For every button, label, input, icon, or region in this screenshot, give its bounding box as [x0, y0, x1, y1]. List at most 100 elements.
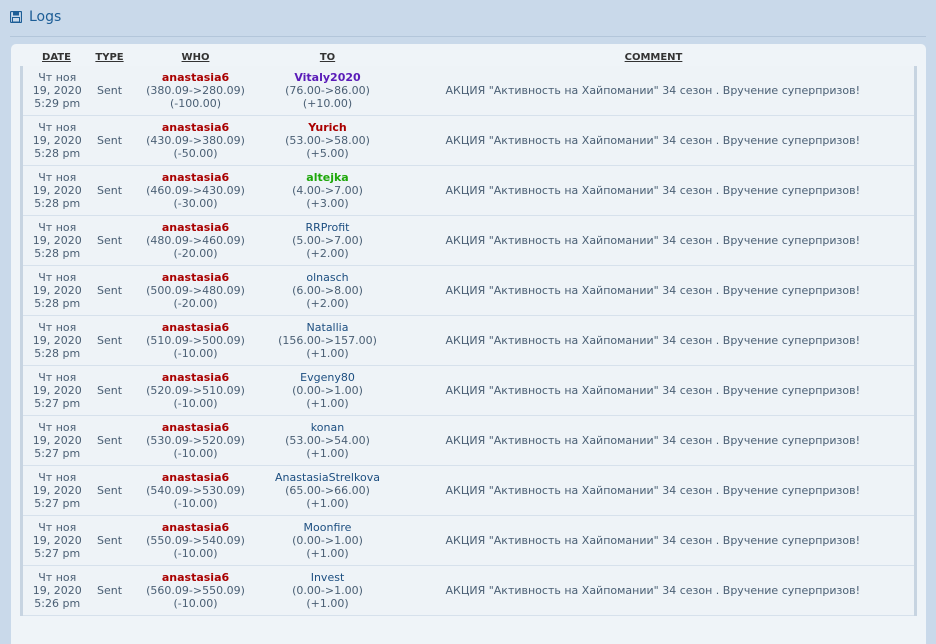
date-day: Чт ноя [38, 321, 77, 334]
recipient-balance: (0.00->1.00) [292, 384, 363, 397]
who-cell: anastasia6 (500.09->480.09) (-20.00) [127, 265, 264, 316]
table-row: Чт ноя 19, 2020 5:28 pm Sent anastasia6 (500.… [21, 265, 916, 316]
recipient-delta: (+1.00) [306, 347, 349, 360]
sender-name[interactable]: anastasia6 [128, 71, 264, 84]
logs-panel: DATE TYPE WHO TO COMMENT Чт ноя 19, 2020 5… [11, 44, 926, 644]
comment-cell: АКЦИЯ "Активность на Хайпомании" 34 сезо… [391, 165, 916, 216]
date-day: Чт ноя [38, 421, 77, 434]
date-cell: Чт ноя 19, 2020 5:28 pm [21, 115, 92, 166]
who-cell: anastasia6 (430.09->380.09) (-50.00) [127, 115, 264, 166]
comment-cell: АКЦИЯ "Активность на Хайпомании" 34 сезо… [391, 215, 916, 266]
table-row: Чт ноя 19, 2020 5:28 pm Sent anastasia6 (480.… [21, 215, 916, 266]
column-header-who[interactable]: WHO [128, 48, 264, 66]
who-cell: anastasia6 (380.09->280.09) (-100.00) [127, 66, 264, 116]
recipient-balance: (53.00->58.00) [285, 134, 370, 147]
sender-delta: (-10.00) [173, 397, 218, 410]
sender-delta: (-10.00) [173, 347, 218, 360]
date-year: 19, 2020 [32, 84, 82, 97]
recipient-name[interactable]: Invest [264, 571, 392, 584]
date-year: 19, 2020 [32, 334, 82, 347]
recipient-name[interactable]: RRProfit [264, 221, 392, 234]
recipient-name[interactable]: Yurich [264, 121, 392, 134]
sender-delta: (-20.00) [173, 247, 218, 260]
date-year: 19, 2020 [32, 234, 82, 247]
column-header-comment[interactable]: COMMENT [392, 48, 916, 66]
to-cell: altejka (4.00->7.00) (+3.00) [263, 165, 392, 216]
sender-balance: (430.09->380.09) [146, 134, 245, 147]
date-time: 5:28 pm [34, 347, 81, 360]
recipient-name[interactable]: Vitaly2020 [264, 71, 392, 84]
recipient-name[interactable]: Evgeny80 [264, 371, 392, 384]
date-time: 5:27 pm [34, 497, 81, 510]
recipient-balance: (65.00->66.00) [285, 484, 370, 497]
recipient-balance: (0.00->1.00) [292, 534, 363, 547]
sender-balance: (560.09->550.09) [146, 584, 245, 597]
recipient-name[interactable]: olnasch [264, 271, 392, 284]
recipient-name[interactable]: AnastasiaStrelkova [264, 471, 392, 484]
recipient-delta: (+2.00) [306, 247, 349, 260]
who-cell: anastasia6 (510.09->500.09) (-10.00) [127, 315, 264, 366]
recipient-name[interactable]: altejka [264, 171, 392, 184]
to-cell: Moonfire (0.00->1.00) (+1.00) [263, 515, 392, 566]
date-year: 19, 2020 [32, 184, 82, 197]
sender-name[interactable]: anastasia6 [128, 471, 264, 484]
type-cell: Sent [91, 465, 128, 516]
date-cell: Чт ноя 19, 2020 5:28 pm [21, 315, 92, 366]
date-cell: Чт ноя 19, 2020 5:29 pm [21, 66, 92, 116]
to-cell: Vitaly2020 (76.00->86.00) (+10.00) [263, 66, 392, 116]
type-cell: Sent [91, 66, 128, 116]
sender-balance: (540.09->530.09) [146, 484, 245, 497]
recipient-name[interactable]: Moonfire [264, 521, 392, 534]
type-cell: Sent [91, 365, 128, 416]
sender-balance: (510.09->500.09) [146, 334, 245, 347]
to-cell: Invest (0.00->1.00) (+1.00) [263, 565, 392, 616]
sender-name[interactable]: anastasia6 [128, 421, 264, 434]
column-header-type[interactable]: TYPE [92, 48, 128, 66]
recipient-balance: (156.00->157.00) [278, 334, 377, 347]
recipient-delta: (+3.00) [306, 197, 349, 210]
comment-cell: АКЦИЯ "Активность на Хайпомании" 34 сезо… [391, 265, 916, 316]
sender-name[interactable]: anastasia6 [128, 221, 264, 234]
who-cell: anastasia6 (560.09->550.09) (-10.00) [127, 565, 264, 616]
sender-delta: (-10.00) [173, 497, 218, 510]
sender-name[interactable]: anastasia6 [128, 571, 264, 584]
sender-balance: (500.09->480.09) [146, 284, 245, 297]
date-cell: Чт ноя 19, 2020 5:28 pm [21, 165, 92, 216]
sender-name[interactable]: anastasia6 [128, 521, 264, 534]
date-day: Чт ноя [38, 471, 77, 484]
date-cell: Чт ноя 19, 2020 5:27 pm [21, 365, 92, 416]
to-cell: olnasch (6.00->8.00) (+2.00) [263, 265, 392, 316]
date-time: 5:28 pm [34, 197, 81, 210]
sender-balance: (460.09->430.09) [146, 184, 245, 197]
save-icon [10, 11, 22, 23]
to-cell: Natallia (156.00->157.00) (+1.00) [263, 315, 392, 366]
type-cell: Sent [91, 515, 128, 566]
date-time: 5:27 pm [34, 547, 81, 560]
sender-delta: (-10.00) [173, 547, 218, 560]
recipient-name[interactable]: konan [264, 421, 392, 434]
sender-balance: (530.09->520.09) [146, 434, 245, 447]
date-year: 19, 2020 [32, 134, 82, 147]
date-time: 5:28 pm [34, 247, 81, 260]
sender-name[interactable]: anastasia6 [128, 321, 264, 334]
sender-delta: (-100.00) [169, 97, 222, 110]
type-cell: Sent [91, 415, 128, 466]
date-cell: Чт ноя 19, 2020 5:28 pm [21, 215, 92, 266]
comment-cell: АКЦИЯ "Активность на Хайпомании" 34 сезо… [391, 415, 916, 466]
recipient-name[interactable]: Natallia [264, 321, 392, 334]
recipient-delta: (+1.00) [306, 597, 349, 610]
type-cell: Sent [91, 115, 128, 166]
to-cell: konan (53.00->54.00) (+1.00) [263, 415, 392, 466]
sender-name[interactable]: anastasia6 [128, 271, 264, 284]
sender-name[interactable]: anastasia6 [128, 371, 264, 384]
column-header-to[interactable]: TO [264, 48, 392, 66]
sender-delta: (-10.00) [173, 597, 218, 610]
recipient-delta: (+1.00) [306, 547, 349, 560]
recipient-balance: (76.00->86.00) [285, 84, 370, 97]
to-cell: RRProfit (5.00->7.00) (+2.00) [263, 215, 392, 266]
column-header-date[interactable]: DATE [22, 48, 92, 66]
date-cell: Чт ноя 19, 2020 5:27 pm [21, 465, 92, 516]
sender-name[interactable]: anastasia6 [128, 121, 264, 134]
sender-name[interactable]: anastasia6 [128, 171, 264, 184]
table-row: Чт ноя 19, 2020 5:27 pm Sent anastasia6 (540.… [21, 465, 916, 516]
